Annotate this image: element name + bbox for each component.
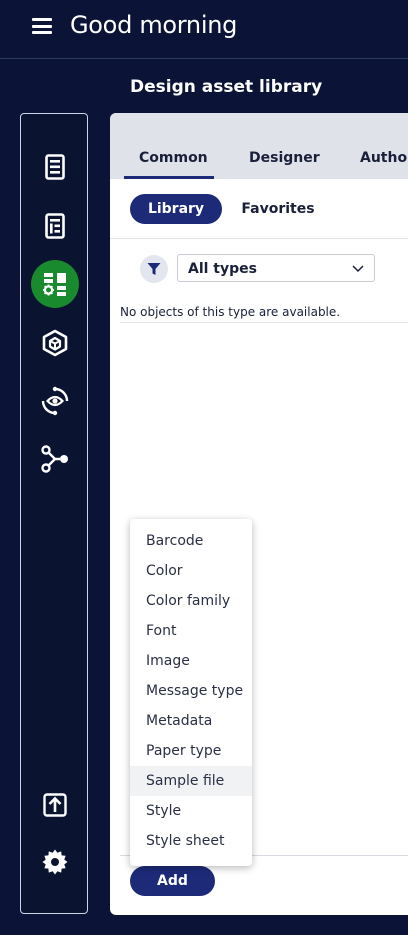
template-icon (45, 213, 65, 239)
document-list-icon (45, 154, 65, 180)
sidebar-item-documents[interactable] (31, 143, 79, 191)
sidebar-item-workflow[interactable] (31, 435, 79, 483)
divider (120, 322, 408, 323)
tab-bar: Common Designer Author (110, 113, 408, 179)
type-filter-value: All types (188, 261, 257, 277)
menu-item-color-family[interactable]: Color family (130, 586, 252, 616)
sidebar-item-packages[interactable] (31, 319, 79, 367)
menu-item-style-sheet[interactable]: Style sheet (130, 826, 252, 856)
menu-item-paper-type[interactable]: Paper type (130, 736, 252, 766)
tab-designer[interactable]: Designer (249, 150, 320, 166)
preview-eye-icon (41, 386, 69, 416)
sidebar-item-design-assets[interactable] (31, 260, 79, 308)
filter-funnel-icon (147, 263, 161, 275)
hamburger-menu-icon[interactable] (32, 18, 52, 34)
filter-button[interactable] (140, 255, 168, 283)
favorites-toggle-button[interactable]: Favorites (232, 194, 324, 224)
menu-item-style[interactable]: Style (130, 796, 252, 826)
menu-item-metadata[interactable]: Metadata (130, 706, 252, 736)
tab-common[interactable]: Common (139, 150, 208, 166)
chevron-down-icon (352, 265, 364, 273)
menu-item-font[interactable]: Font (130, 616, 252, 646)
type-filter-select[interactable]: All types (177, 254, 375, 282)
divider (110, 238, 408, 239)
asset-library-panel: Common Designer Author Library Favorites… (110, 113, 408, 915)
library-toggle-button[interactable]: Library (130, 194, 222, 224)
side-navigation (20, 113, 88, 914)
sidebar-item-preview[interactable] (31, 377, 79, 425)
workflow-icon (41, 445, 68, 473)
menu-item-message-type[interactable]: Message type (130, 676, 252, 706)
sidebar-item-upload[interactable] (31, 781, 79, 829)
upload-icon (43, 793, 67, 817)
settings-gear-icon (42, 849, 68, 875)
package-cube-icon (42, 329, 68, 357)
tab-author[interactable]: Author (360, 150, 408, 166)
add-type-menu: Barcode Color Color family Font Image Me… (130, 519, 252, 866)
menu-item-color[interactable]: Color (130, 556, 252, 586)
page-title: Design asset library (130, 77, 323, 97)
active-tab-indicator (124, 176, 214, 179)
empty-state-message: No objects of this type are available. (120, 305, 341, 319)
menu-item-sample-file[interactable]: Sample file (130, 766, 252, 796)
add-button[interactable]: Add (130, 866, 215, 896)
greeting-title: Good morning (70, 11, 238, 39)
sidebar-item-settings[interactable] (31, 838, 79, 886)
menu-item-image[interactable]: Image (130, 646, 252, 676)
top-bar: Good morning (0, 0, 408, 59)
menu-item-barcode[interactable]: Barcode (130, 526, 252, 556)
design-assets-icon (43, 273, 66, 296)
sidebar-item-templates[interactable] (31, 202, 79, 250)
